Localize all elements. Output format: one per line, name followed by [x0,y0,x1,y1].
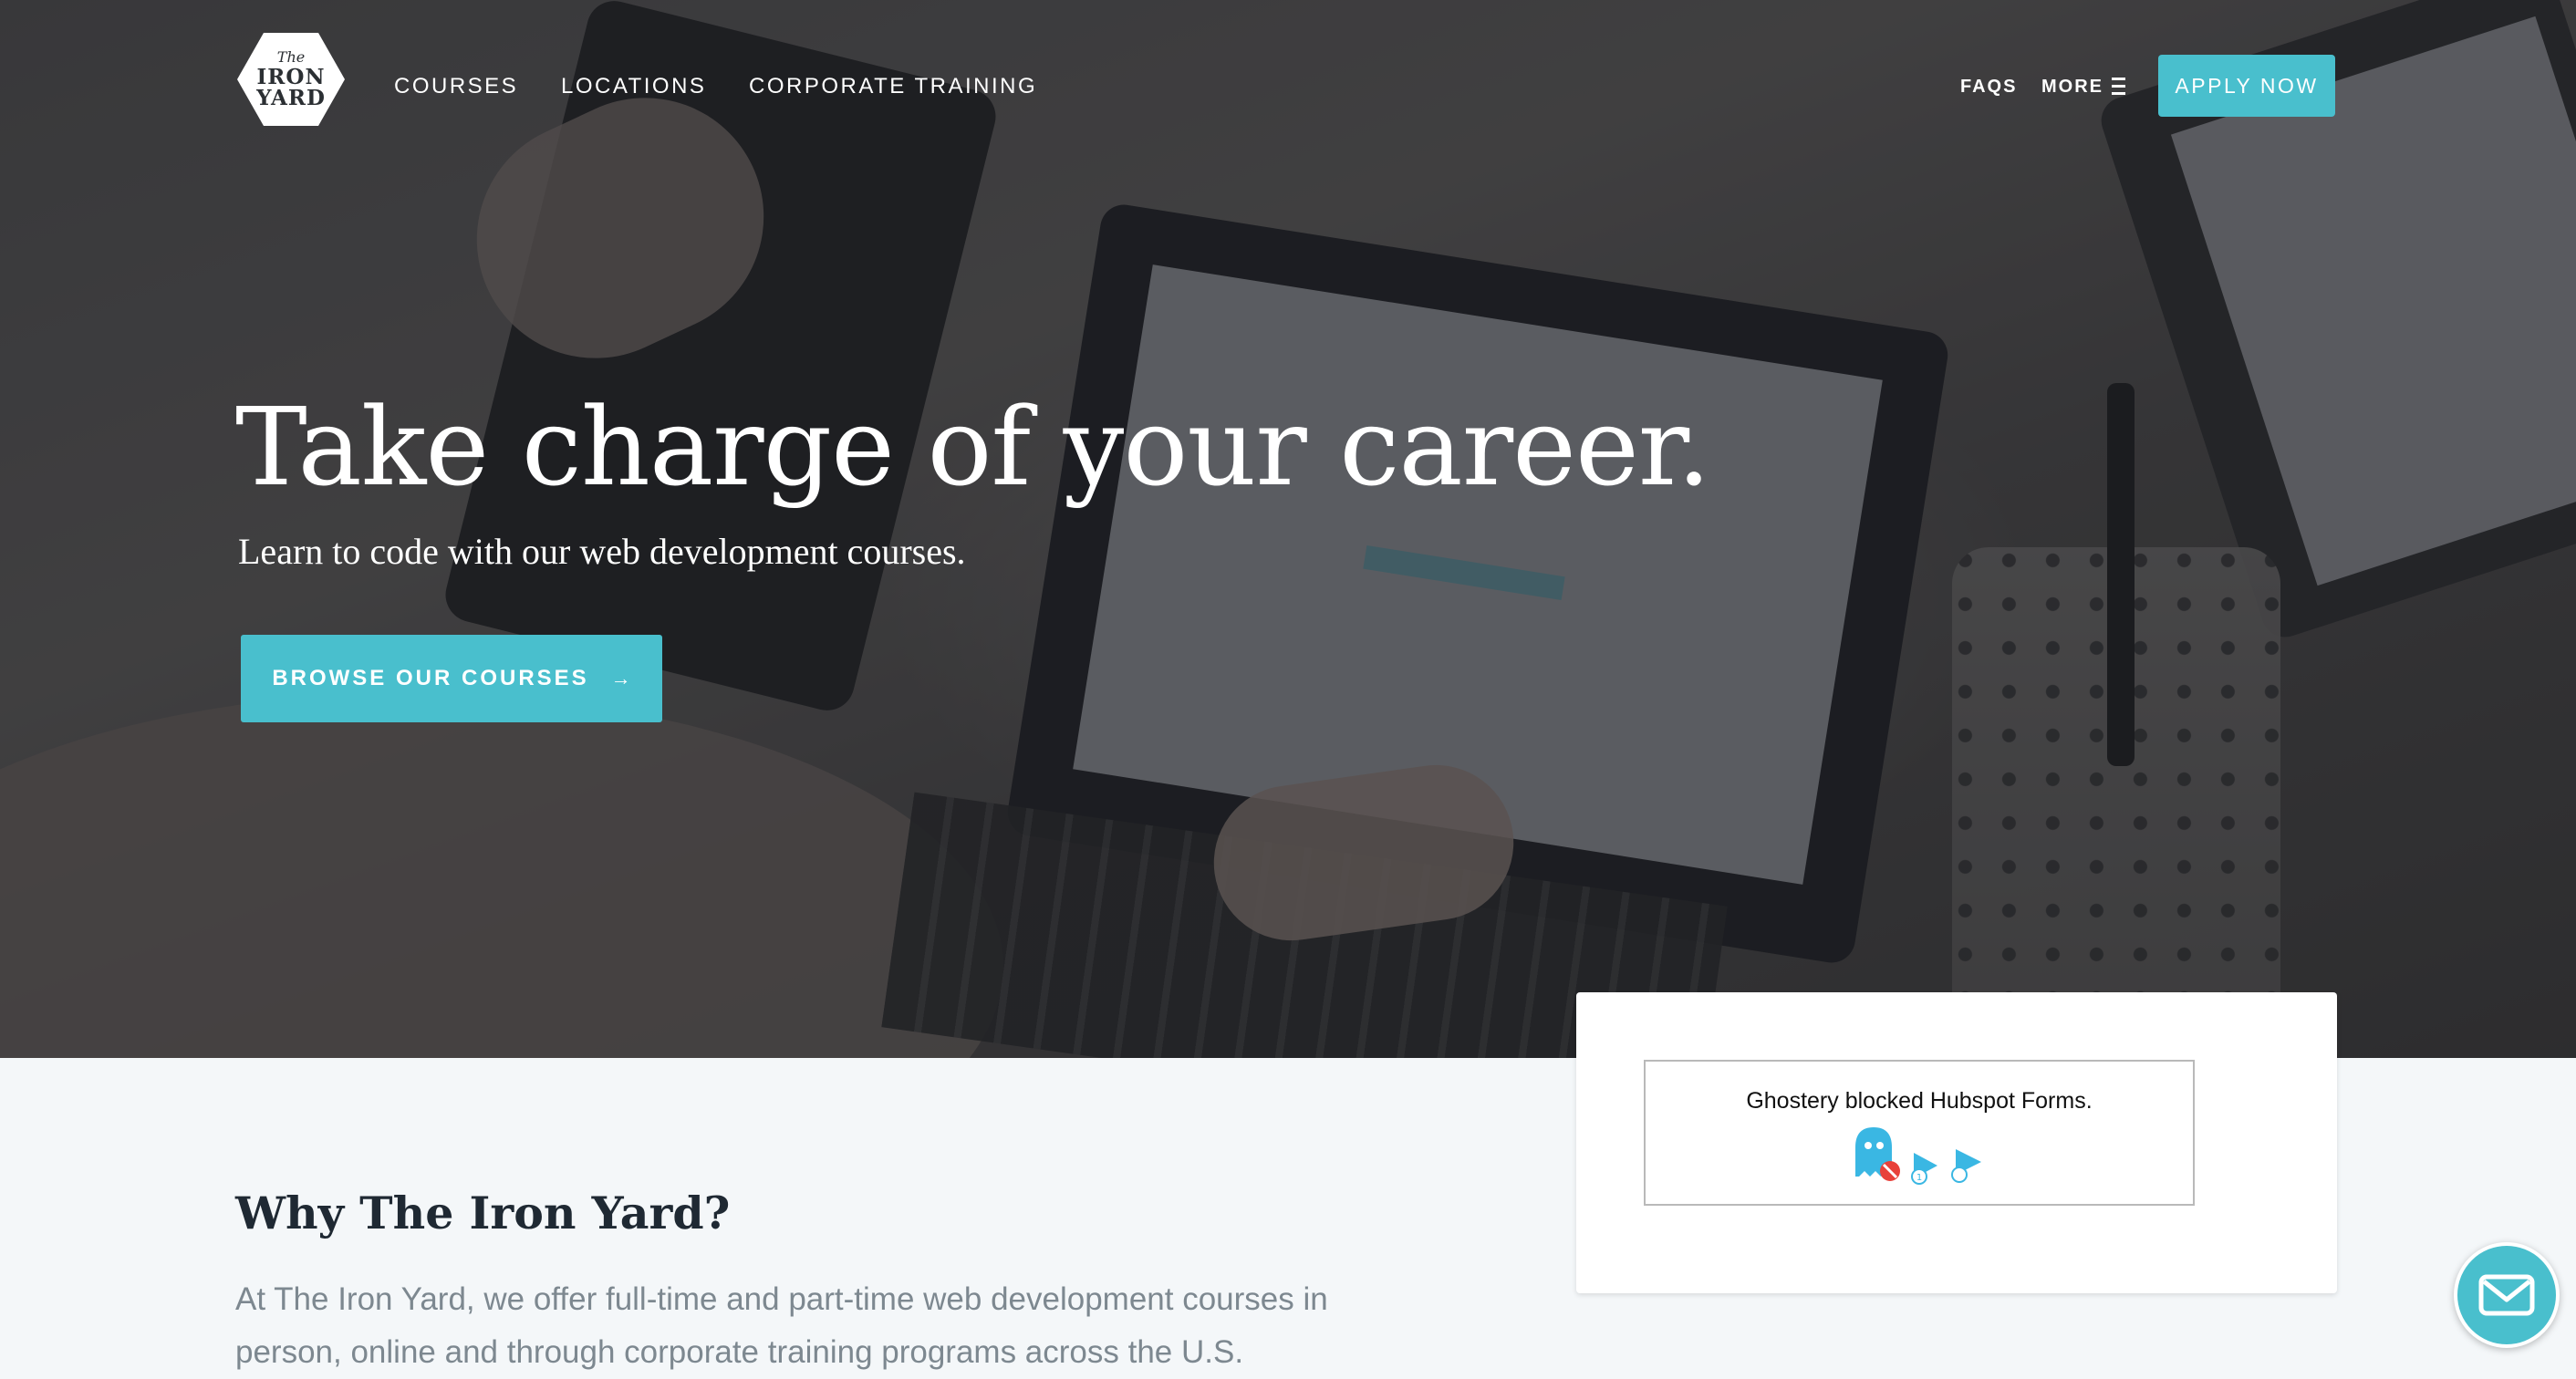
browse-courses-button[interactable]: BROWSE OUR COURSES → [241,635,662,722]
logo-iron: IRON [256,65,326,89]
envelope-icon [2478,1274,2535,1316]
why-section-title: Why The Iron Yard? [235,1187,731,1239]
ghostery-ghost-icon: 1 [1855,1127,1981,1185]
apply-now-button[interactable]: APPLY NOW [2158,55,2335,117]
nav-courses[interactable]: COURSES [394,73,518,100]
hero-subheadline: Learn to code with our web development c… [238,531,966,572]
nav-more[interactable]: MORE [2041,75,2103,98]
hamburger-icon[interactable] [2112,78,2125,96]
nav-corporate-training[interactable]: CORPORATE TRAINING [749,73,1037,100]
logo-the: The [276,48,306,66]
nav-locations[interactable]: LOCATIONS [561,73,706,100]
nav-faqs[interactable]: FAQS [1960,75,2017,98]
arrow-right-icon: → [610,667,631,690]
chat-launcher-button[interactable] [2454,1242,2560,1348]
why-section-body: At The Iron Yard, we offer full-time and… [235,1281,1328,1370]
browse-courses-label: BROWSE OUR COURSES [272,666,589,690]
ghostery-blocked-message: Ghostery blocked Hubspot Forms. [1746,1088,2093,1114]
logo-wordmark: The IRON YARD [235,31,347,128]
iron-yard-logo[interactable]: The IRON YARD [235,31,347,128]
ghostery-blocked-placeholder[interactable]: Ghostery blocked Hubspot Forms. 1 [1644,1060,2195,1206]
hubspot-form-card: Ghostery blocked Hubspot Forms. 1 [1576,992,2337,1293]
svg-text:1: 1 [1916,1173,1922,1183]
logo-yard: YARD [256,86,326,110]
hero-headline: Take charge of your career. [235,384,1711,510]
